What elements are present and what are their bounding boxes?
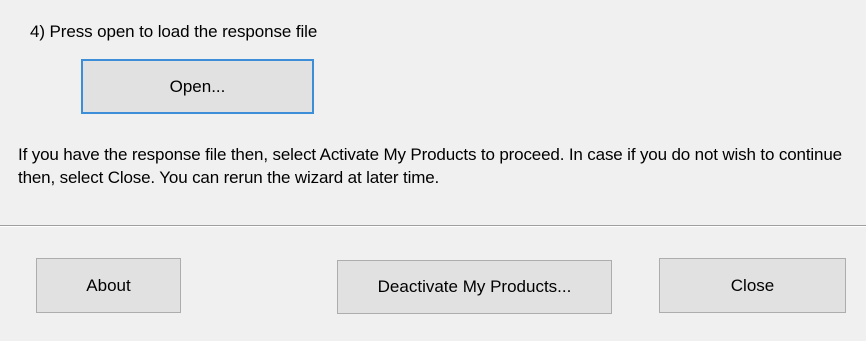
open-button[interactable]: Open... [81,59,314,114]
about-button[interactable]: About [36,258,181,313]
activation-wizard-dialog: 4) Press open to load the response file … [0,0,866,341]
deactivate-products-button[interactable]: Deactivate My Products... [337,260,612,314]
step-instruction: 4) Press open to load the response file [30,22,318,41]
info-text: If you have the response file then, sele… [18,145,842,187]
separator [0,225,866,227]
close-button[interactable]: Close [659,258,846,313]
